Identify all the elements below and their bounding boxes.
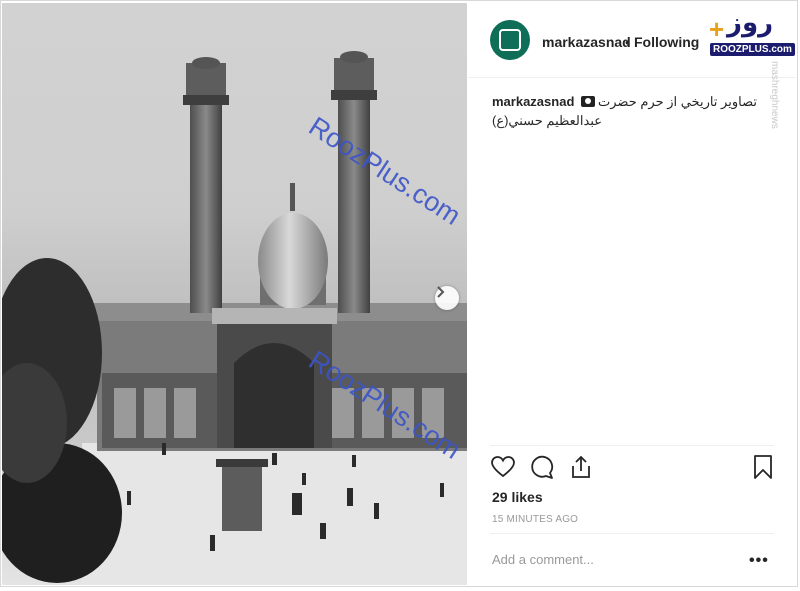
share-button[interactable] [568, 454, 594, 480]
following-button[interactable]: Following [634, 34, 699, 50]
heart-icon [491, 456, 515, 478]
caption-username[interactable]: markazasnad [492, 94, 574, 109]
save-button[interactable] [750, 454, 776, 480]
logo-url: ROOZPLUS.com [710, 43, 795, 56]
logo-text: روز [727, 8, 774, 38]
bookmark-icon [754, 455, 772, 479]
divider [490, 533, 774, 534]
username-link[interactable]: markazasnad [542, 34, 631, 50]
roozplus-logo: + روز ROOZPLUS.com [709, 8, 799, 60]
avatar[interactable] [490, 20, 530, 60]
comment-icon [531, 455, 554, 479]
next-photo-button[interactable] [435, 286, 459, 310]
post-caption: markazasnad تصاوير تاريخي از حرم حضرت عب… [492, 93, 782, 128]
archive-logo-icon [499, 29, 521, 51]
post-timestamp[interactable]: 15 MINUTES AGO [492, 514, 578, 525]
post-header: markazasnad • Following + روز ROOZPLUS.c… [468, 3, 796, 78]
caption-text-line2: عبدالعظيم حسني(ع) [492, 113, 603, 128]
post-sidebar: markazasnad • Following + روز ROOZPLUS.c… [468, 3, 796, 585]
chevron-right-icon [437, 286, 445, 298]
share-icon [572, 455, 590, 478]
comment-input[interactable]: Add a comment... [492, 552, 594, 567]
camera-emoji-icon [581, 96, 596, 107]
separator-dot: • [625, 34, 630, 50]
post-photo[interactable]: RoozPlus.com RoozPlus.com [2, 3, 467, 585]
caption-text-line1: تصاوير تاريخي از حرم حضرت [598, 94, 757, 109]
logo-plus: + [709, 14, 725, 44]
like-button[interactable] [490, 454, 516, 480]
comment-button[interactable] [529, 454, 555, 480]
more-options-button[interactable]: ••• [749, 552, 769, 570]
likes-count[interactable]: 29 likes [492, 489, 543, 505]
shrine-photo-illustration [2, 51, 467, 585]
divider [490, 445, 774, 446]
